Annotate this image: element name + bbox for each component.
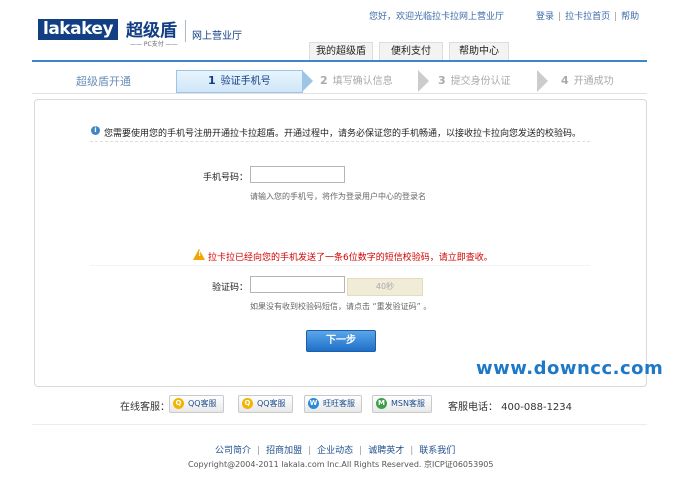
step-label: 开通成功 — [573, 76, 614, 87]
code-label: 验证码： — [211, 283, 248, 293]
qq-icon: Q — [242, 398, 253, 409]
separator: | — [257, 446, 261, 456]
step-number: 1 — [208, 74, 216, 87]
footer-link-about[interactable]: 公司简介 — [215, 446, 251, 456]
separator: | — [614, 12, 618, 22]
footer-link-news[interactable]: 企业动态 — [317, 446, 353, 456]
copyright: Copyright@2004-2011 lakala.com Inc.All R… — [188, 460, 494, 469]
step-2: 2 填写确认信息 — [320, 70, 393, 91]
help-link[interactable]: 帮助 — [621, 12, 639, 22]
footer-link-contact[interactable]: 联系我们 — [419, 446, 455, 456]
warning-icon-mark: ! — [198, 250, 202, 258]
qq-icon: Q — [173, 398, 184, 409]
separator: | — [558, 12, 562, 22]
divider — [90, 265, 590, 266]
button-label: 旺旺客服 — [323, 399, 355, 408]
footer-link-jobs[interactable]: 诚聘英才 — [368, 446, 404, 456]
info-icon: i — [91, 126, 100, 135]
footer-divider — [32, 424, 647, 425]
login-link[interactable]: 登录 — [536, 12, 554, 22]
step-arrow-active — [302, 70, 313, 92]
separator: | — [410, 446, 414, 456]
service-phone: 客服电话： 400-088-1234 — [448, 402, 573, 413]
portal-title: 网上营业厅 — [192, 31, 242, 42]
tab-my-chaojidun[interactable]: 我的超级盾 — [309, 42, 373, 61]
next-step-button[interactable]: 下一步 — [306, 330, 376, 352]
watermark: www.downcc.com — [476, 358, 664, 379]
steps-title: 超级盾开通 — [76, 75, 131, 88]
phone-input[interactable] — [250, 166, 345, 183]
step-number: 3 — [438, 74, 446, 87]
step-label: 验证手机号 — [220, 76, 271, 87]
step-arrow — [418, 70, 429, 92]
logo-lakakey: lakakey — [38, 19, 119, 40]
logo-chaojidun: 超级盾 — [126, 21, 177, 41]
step-label: 填写确认信息 — [332, 76, 393, 87]
logo-subtitle: —— PC支付 —— — [130, 41, 178, 48]
step-number: 2 — [320, 74, 328, 87]
phone-hint: 请输入您的手机号，将作为登录用户中心的登录名 — [250, 192, 426, 201]
tab-help-center[interactable]: 帮助中心 — [449, 42, 509, 61]
info-message: 您需要使用您的手机号注册开通拉卡拉超盾。开通过程中，请务必保证您的手机畅通，以接… — [104, 129, 582, 139]
sms-sent-warning: 拉卡拉已经向您的手机发送了一条6位数字的短信校验码，请立即查收。 — [208, 253, 493, 263]
button-label: QQ客服 — [257, 399, 286, 408]
msn-icon: M — [376, 398, 387, 409]
logo-sub-text: PC支付 — [143, 41, 164, 48]
logo-divider — [185, 20, 186, 42]
tab-convenient-payment[interactable]: 便利支付 — [379, 42, 443, 61]
separator: | — [308, 446, 312, 456]
online-service-label: 在线客服： — [120, 402, 170, 413]
divider — [90, 141, 590, 142]
code-hint: 如果没有收到校验码短信，请点击 “重发验证码” 。 — [250, 302, 432, 311]
step-1: 1 验证手机号 — [208, 70, 271, 91]
step-label: 提交身份认证 — [450, 76, 511, 87]
button-label: QQ客服 — [188, 399, 217, 408]
step-4: 4 开通成功 — [561, 70, 614, 91]
phone-label: 手机号码： — [202, 173, 248, 183]
footer-links: 公司简介 | 招商加盟 | 企业动态 | 诚聘英才 | 联系我们 — [215, 443, 455, 456]
step-arrow — [537, 70, 548, 92]
footer-link-franchise[interactable]: 招商加盟 — [266, 446, 302, 456]
nav-underline — [32, 60, 647, 62]
top-links: 登录 | 拉卡拉首页 | 帮助 — [536, 9, 639, 22]
separator: | — [359, 446, 363, 456]
wangwang-icon: W — [308, 398, 319, 409]
steps-underline — [32, 93, 647, 94]
verification-code-input[interactable] — [250, 276, 345, 293]
step-3: 3 提交身份认证 — [438, 70, 511, 91]
button-label: MSN客服 — [391, 399, 425, 408]
msn-service-button[interactable]: M MSN客服 — [372, 395, 432, 413]
wangwang-service-button[interactable]: W 旺旺客服 — [304, 395, 362, 413]
greeting-text: 您好，欢迎光临拉卡拉网上营业厅 — [369, 12, 505, 22]
qq-service-button-1[interactable]: Q QQ客服 — [169, 395, 224, 413]
qq-service-button-2[interactable]: Q QQ客服 — [238, 395, 293, 413]
step-number: 4 — [561, 74, 569, 87]
resend-code-button[interactable]: 40秒 — [347, 278, 423, 296]
lakala-home-link[interactable]: 拉卡拉首页 — [565, 12, 610, 22]
